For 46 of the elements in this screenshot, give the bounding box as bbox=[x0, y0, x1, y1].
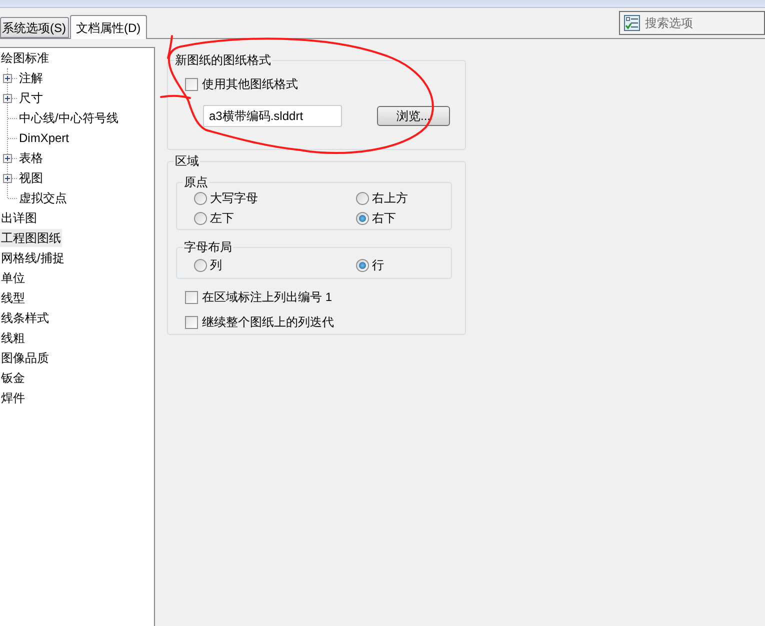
checkbox[interactable] bbox=[185, 316, 198, 328]
checkbox-label: 在区域标注上列出编号 1 bbox=[202, 290, 332, 304]
group-title: 新图纸的图纸格式 bbox=[174, 53, 272, 67]
radio-label: 大写字母 bbox=[210, 191, 258, 205]
tree-item[interactable]: 钣金 bbox=[0, 369, 26, 387]
tree-item[interactable]: 注解 bbox=[18, 69, 44, 87]
radio-label: 右上方 bbox=[372, 191, 408, 205]
tree-item[interactable]: 中心线/中心符号线 bbox=[18, 109, 120, 127]
radio-button[interactable] bbox=[356, 258, 369, 272]
checkbox-label: 使用其他图纸格式 bbox=[202, 77, 298, 91]
group-title: 区域 bbox=[174, 154, 200, 168]
tree-item[interactable]: 尺寸 bbox=[18, 89, 44, 107]
checkbox-label: 继续整个图纸上的列迭代 bbox=[202, 315, 334, 329]
radio-button[interactable] bbox=[194, 212, 207, 224]
file-path-field[interactable]: a3横带编码.slddrt bbox=[203, 105, 342, 127]
tab[interactable]: 系统选项(S) bbox=[0, 17, 69, 38]
tree-item[interactable]: 线型 bbox=[0, 289, 26, 307]
search-field[interactable]: 搜索选项 bbox=[619, 11, 765, 35]
tree-item[interactable]: 线粗 bbox=[0, 329, 26, 347]
tree-item[interactable]: 虚拟交点 bbox=[18, 189, 68, 207]
group-title: 原点 bbox=[183, 175, 209, 189]
radio-label: 行 bbox=[372, 258, 384, 272]
radio-button[interactable] bbox=[194, 258, 207, 272]
tree-item[interactable]: 单位 bbox=[0, 269, 26, 287]
radio-label: 左下 bbox=[210, 211, 234, 225]
tree-item[interactable]: 网格线/捕捉 bbox=[0, 249, 66, 267]
tree-item[interactable]: 工程图图纸 bbox=[0, 229, 62, 247]
group-title: 字母布局 bbox=[183, 240, 233, 254]
tree-item[interactable]: DimXpert bbox=[18, 129, 70, 147]
radio-label: 列 bbox=[210, 258, 222, 272]
tree-item[interactable]: 出详图 bbox=[0, 209, 38, 227]
radio-button[interactable] bbox=[194, 192, 207, 204]
tree-item[interactable]: 焊件 bbox=[0, 389, 26, 407]
tree-item[interactable]: 线条样式 bbox=[0, 309, 50, 327]
tree-item[interactable]: 视图 bbox=[18, 169, 44, 187]
radio-label: 右下 bbox=[372, 211, 396, 225]
checklist-icon bbox=[624, 15, 640, 31]
tree-item[interactable]: 图像品质 bbox=[0, 349, 50, 367]
checkbox[interactable] bbox=[185, 290, 198, 304]
browse-button[interactable]: 浏览... bbox=[377, 106, 450, 126]
radio-button[interactable] bbox=[356, 212, 369, 224]
tree-item[interactable]: 绘图标准 bbox=[0, 49, 50, 67]
radio-button[interactable] bbox=[356, 192, 369, 204]
checkbox[interactable] bbox=[185, 78, 198, 90]
tab[interactable]: 文档属性(D) bbox=[70, 15, 147, 39]
tree-item[interactable]: 表格 bbox=[18, 149, 44, 167]
